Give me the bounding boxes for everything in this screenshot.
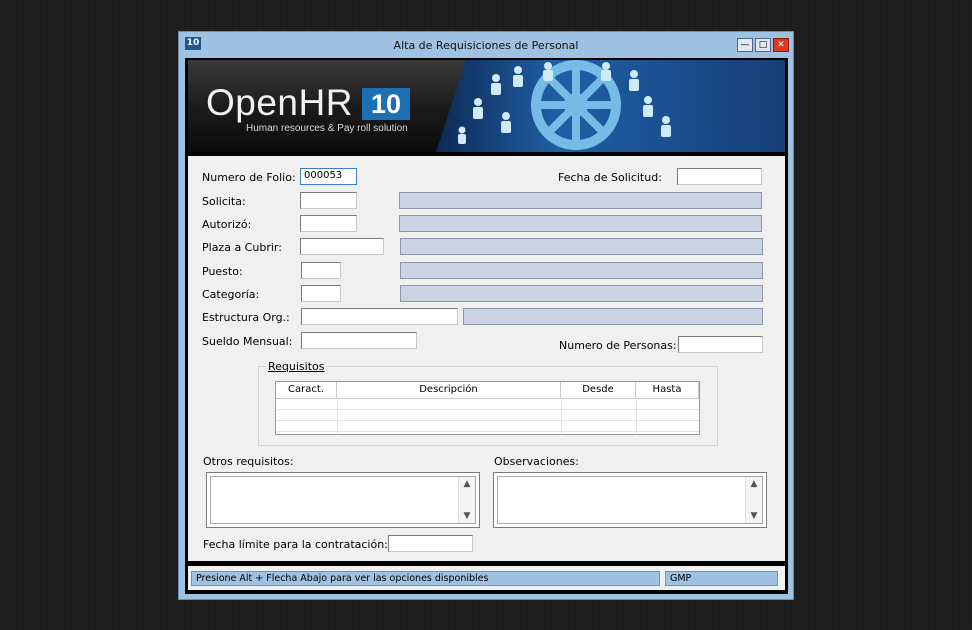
openhr-banner: OpenHR 10 Human resources & Pay roll sol… bbox=[188, 60, 785, 152]
requisition-window: 10 Alta de Requisiciones de Personal — □… bbox=[178, 31, 794, 600]
sueldo-input[interactable] bbox=[301, 332, 417, 349]
puesto-name-display bbox=[400, 262, 763, 279]
puesto-input[interactable] bbox=[301, 262, 341, 279]
scroll-up-icon[interactable]: ▲ bbox=[746, 477, 762, 491]
status-bar: Presione Alt + Flecha Abajo para ver las… bbox=[188, 566, 785, 590]
grid-column-divider bbox=[337, 399, 338, 434]
fecha-solicitud-label: Fecha de Solicitud: bbox=[558, 171, 662, 184]
plaza-label: Plaza a Cubrir: bbox=[202, 241, 282, 254]
fecha-solicitud-input[interactable] bbox=[677, 168, 762, 185]
plaza-name-display bbox=[400, 238, 763, 255]
maximize-button[interactable]: □ bbox=[755, 38, 771, 52]
categoria-label: Categoría: bbox=[202, 288, 260, 301]
logo-version-badge: 10 bbox=[362, 88, 410, 120]
grid-column-divider bbox=[561, 399, 562, 434]
people-gear-illustration bbox=[436, 60, 785, 152]
autorizo-name-display bbox=[399, 215, 762, 232]
categoria-name-display bbox=[400, 285, 763, 302]
minimize-button[interactable]: — bbox=[737, 38, 753, 52]
logo-subtitle: Human resources & Pay roll solution bbox=[246, 123, 408, 134]
puesto-label: Puesto: bbox=[202, 265, 243, 278]
solicita-input[interactable] bbox=[300, 192, 357, 209]
scroll-down-icon[interactable]: ▼ bbox=[459, 509, 475, 523]
plaza-input[interactable] bbox=[300, 238, 384, 255]
requisitos-grid[interactable]: Caract. Descripción Desde Hasta bbox=[275, 381, 700, 435]
grid-header-caract[interactable]: Caract. bbox=[276, 382, 337, 399]
observaciones-textarea[interactable]: ▲ ▼ bbox=[493, 472, 767, 528]
solicita-label: Solicita: bbox=[202, 195, 246, 208]
status-user: GMP bbox=[665, 571, 778, 586]
observaciones-label: Observaciones: bbox=[494, 455, 579, 468]
window-title: Alta de Requisiciones de Personal bbox=[393, 39, 579, 52]
scrollbar[interactable]: ▲ ▼ bbox=[458, 477, 475, 523]
scroll-down-icon[interactable]: ▼ bbox=[746, 509, 762, 523]
status-hint: Presione Alt + Flecha Abajo para ver las… bbox=[191, 571, 660, 586]
categoria-input[interactable] bbox=[301, 285, 341, 302]
otros-requisitos-label: Otros requisitos: bbox=[203, 455, 294, 468]
logo-text: OpenHR bbox=[206, 82, 353, 123]
solicita-name-display bbox=[399, 192, 762, 209]
fecha-limite-label: Fecha límite para la contratación: bbox=[203, 538, 388, 551]
num-personas-input[interactable] bbox=[678, 336, 763, 353]
grid-header-descripcion[interactable]: Descripción bbox=[337, 382, 561, 399]
scroll-up-icon[interactable]: ▲ bbox=[459, 477, 475, 491]
scrollbar[interactable]: ▲ ▼ bbox=[745, 477, 762, 523]
otros-requisitos-textarea[interactable]: ▲ ▼ bbox=[206, 472, 480, 528]
num-personas-label: Numero de Personas: bbox=[559, 339, 677, 352]
autorizo-label: Autorizó: bbox=[202, 218, 252, 231]
folio-label: Numero de Folio: bbox=[202, 171, 296, 184]
requisition-form: Numero de Folio: 000053 Fecha de Solicit… bbox=[188, 156, 785, 561]
client-area: OpenHR 10 Human resources & Pay roll sol… bbox=[185, 58, 788, 594]
autorizo-input[interactable] bbox=[300, 215, 357, 232]
memo-inner-border: ▲ ▼ bbox=[210, 476, 476, 524]
folio-input[interactable]: 000053 bbox=[300, 168, 357, 185]
close-button[interactable]: ✕ bbox=[773, 38, 789, 52]
estructura-name-display bbox=[463, 308, 763, 325]
estructura-label: Estructura Org.: bbox=[202, 311, 290, 324]
grid-header-desde[interactable]: Desde bbox=[561, 382, 636, 399]
requisitos-title: Requisitos bbox=[266, 360, 327, 373]
sueldo-label: Sueldo Mensual: bbox=[202, 335, 293, 348]
grid-column-divider bbox=[636, 399, 637, 434]
estructura-input[interactable] bbox=[301, 308, 458, 325]
memo-inner-border: ▲ ▼ bbox=[497, 476, 763, 524]
fecha-limite-input[interactable] bbox=[388, 535, 473, 552]
grid-header-hasta[interactable]: Hasta bbox=[636, 382, 699, 399]
title-bar[interactable]: 10 Alta de Requisiciones de Personal — □… bbox=[179, 32, 793, 58]
